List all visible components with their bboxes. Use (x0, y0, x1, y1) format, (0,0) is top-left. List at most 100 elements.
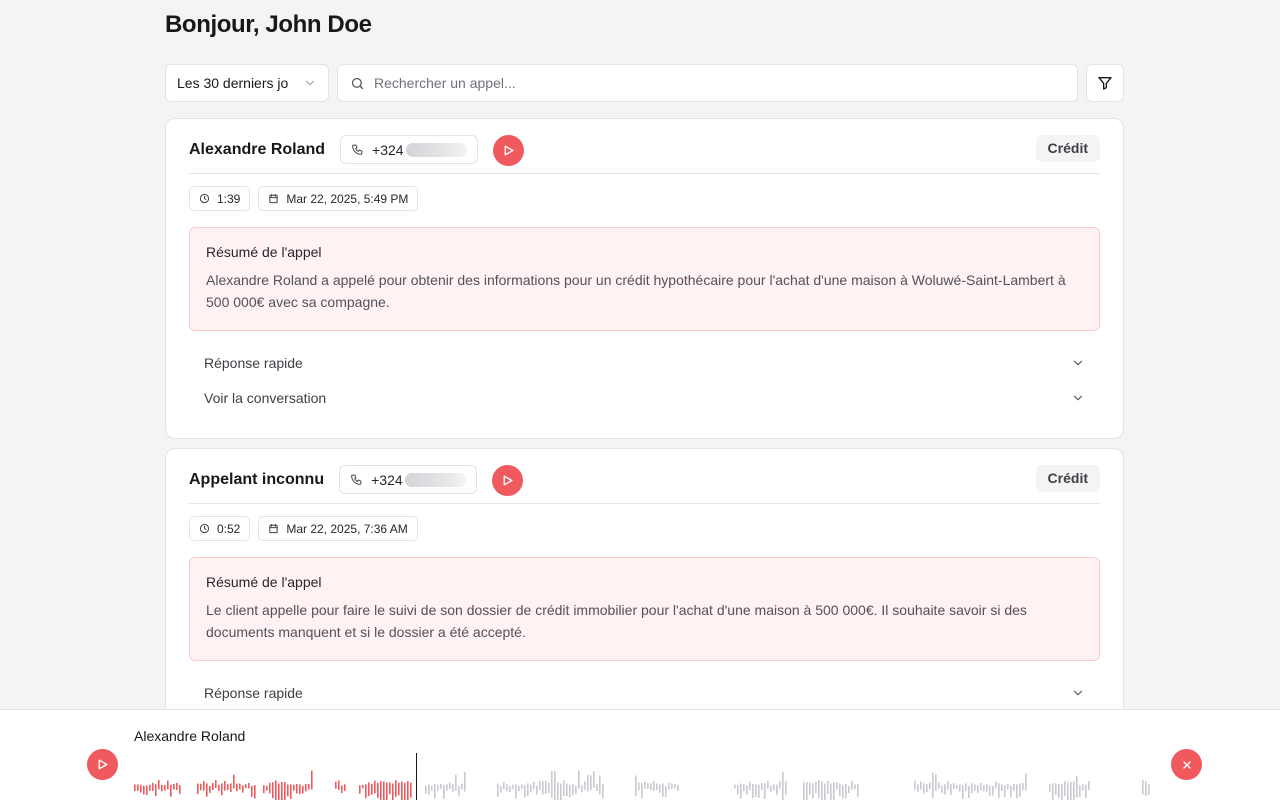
waveform-bar (167, 780, 169, 790)
waveform-bar (443, 785, 445, 799)
waveform-bar (650, 783, 652, 791)
audio-waveform[interactable] (134, 753, 1159, 800)
waveform-bar (743, 784, 745, 792)
waveform-bar (938, 782, 940, 789)
phone-number-prefix: +324 (372, 141, 404, 158)
waveform-bar (401, 781, 403, 800)
waveform-bar (548, 782, 550, 793)
waveform-bar (914, 780, 916, 790)
waveform-bar (398, 782, 400, 796)
waveform-bar (1070, 781, 1072, 800)
waveform-bar (824, 783, 826, 800)
waveform-bar (248, 783, 250, 789)
waveform-bar (281, 782, 283, 800)
play-call-button[interactable] (493, 135, 525, 166)
waveform-bar (161, 785, 163, 792)
waveform-bar (851, 780, 853, 790)
quick-reply-label: Réponse rapide (204, 355, 303, 371)
waveform-bar (923, 783, 925, 794)
waveform-bar (362, 784, 364, 789)
close-player-button[interactable] (1171, 749, 1202, 780)
waveform-bar (164, 784, 166, 791)
filter-button[interactable] (1086, 64, 1124, 102)
waveform-bar (365, 784, 367, 799)
call-card-header: Appelant inconnu +324 Crédit (189, 465, 1100, 504)
call-summary-text: Le client appelle pour faire le suivi de… (206, 602, 1027, 640)
waveform-bar (368, 782, 370, 797)
waveform-bar (200, 783, 202, 791)
waveform-bar (239, 783, 241, 790)
audio-play-button[interactable] (87, 749, 118, 780)
waveform-bar (203, 781, 205, 791)
search-input[interactable] (374, 75, 1065, 91)
waveform-bar (1085, 784, 1087, 798)
waveform-bar (545, 781, 547, 794)
waveform-bar (374, 780, 376, 794)
waveform-bar (221, 783, 223, 796)
waveform-bar (410, 782, 412, 798)
waveform-bar (209, 785, 211, 793)
waveform-bar (275, 780, 277, 800)
waveform-bar (596, 784, 598, 792)
phone-number-prefix: +324 (371, 471, 403, 488)
waveform-bar (815, 781, 817, 793)
waveform-bar (377, 782, 379, 798)
waveform-bar (512, 784, 514, 789)
waveform-bar (206, 783, 208, 797)
waveform-bar (566, 783, 568, 797)
waveform-bar (758, 784, 760, 798)
waveform-bar (383, 781, 385, 800)
waveform-bar (1145, 781, 1147, 796)
waveform-bar (227, 784, 229, 791)
play-icon (503, 475, 513, 486)
waveform-bar (425, 785, 427, 794)
waveform-bar (818, 780, 820, 798)
play-icon (98, 759, 108, 770)
waveform-bar (665, 785, 667, 798)
page-title: Bonjour, John Doe (165, 11, 372, 38)
waveform-bar (602, 783, 604, 799)
play-call-button[interactable] (492, 465, 524, 496)
waveform-bar (746, 785, 748, 795)
waveform-bar (143, 785, 145, 795)
waveform-bar (806, 781, 808, 800)
search-box (337, 64, 1078, 102)
quick-reply-label: Réponse rapide (204, 685, 303, 701)
waveform-bar (1082, 784, 1084, 791)
waveform-bar (380, 781, 382, 800)
waveform-bar (236, 783, 238, 792)
waveform-bar (998, 783, 1000, 798)
quick-reply-toggle[interactable]: Réponse rapide (204, 351, 1085, 375)
quick-reply-toggle[interactable]: Réponse rapide (204, 681, 1085, 705)
waveform-bar (563, 780, 565, 797)
clock-icon (199, 523, 210, 534)
period-select[interactable]: Les 30 derniers jo (165, 64, 329, 102)
waveform-bar (506, 784, 508, 792)
waveform-bar (953, 783, 955, 789)
phone-number-chip[interactable]: +324 (340, 135, 479, 164)
audio-playhead[interactable] (415, 753, 417, 800)
waveform-bar (434, 783, 436, 799)
view-conversation-toggle[interactable]: Voir la conversation (204, 386, 1085, 410)
waveform-bar (557, 782, 559, 800)
waveform-bar (755, 784, 757, 797)
waveform-bar (254, 785, 256, 799)
waveform-bar (845, 784, 847, 799)
waveform-bar (530, 784, 532, 793)
waveform-bar (770, 785, 772, 792)
waveform-bar (644, 781, 646, 789)
call-duration-value: 0:52 (217, 521, 241, 536)
phone-number-chip[interactable]: +324 (339, 465, 478, 494)
waveform-bar (1148, 784, 1150, 795)
waveform-bar (269, 782, 271, 794)
waveform-bar (674, 784, 676, 789)
waveform-bar (179, 785, 181, 794)
toolbar: Les 30 derniers jo (165, 64, 1124, 102)
waveform-bar (449, 782, 451, 789)
waveform-bar (662, 783, 664, 797)
waveform-bar (944, 784, 946, 795)
waveform-bar (461, 783, 463, 790)
waveform-bar (992, 785, 994, 796)
waveform-bar (956, 784, 958, 789)
waveform-bar (737, 785, 739, 795)
